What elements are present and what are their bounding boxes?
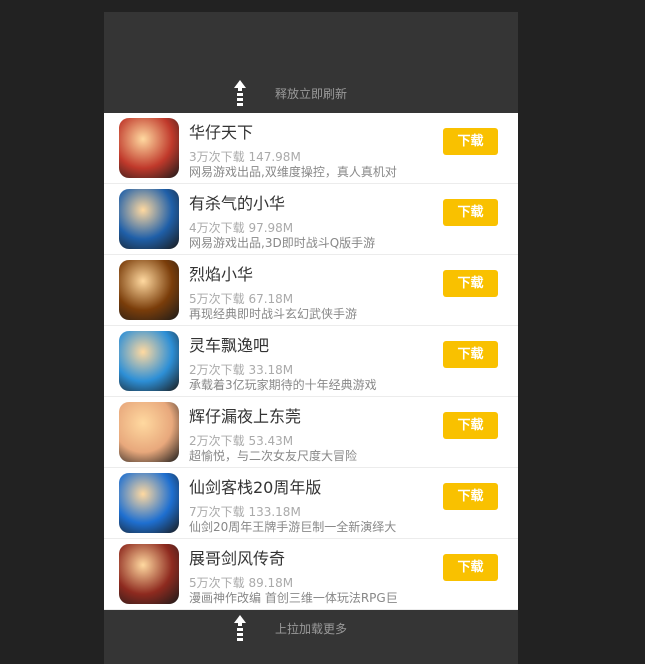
kart-racer-icon[interactable] — [119, 331, 179, 391]
list-item[interactable]: 有杀气的小华 4万次下载 97.98M 网易游戏出品,3D即时战斗Q版手游 下载 — [104, 184, 518, 255]
app-list[interactable]: 华仔天下 3万次下载 147.98M 网易游戏出品,双维度操控，真人真机对 下载 有杀气… — [104, 113, 518, 610]
download-button[interactable]: 下载 — [443, 128, 498, 155]
refresh-hint: 释放立即刷新 — [275, 87, 348, 101]
anime-girl-icon[interactable] — [119, 402, 179, 462]
arrow-up-icon — [234, 80, 246, 106]
download-button[interactable]: 下载 — [443, 412, 498, 439]
app-name[interactable]: 华仔天下 — [189, 119, 253, 143]
load-more-hint: 上拉加载更多 — [275, 622, 348, 636]
cartoon-hero-icon[interactable] — [119, 189, 179, 249]
app-description: 仙剑20周年王牌手游巨制一全新演绎大 — [189, 520, 397, 534]
download-button[interactable]: 下载 — [443, 341, 498, 368]
list-item[interactable]: 灵车飘逸吧 2万次下载 33.18M 承载着3亿玩家期待的十年经典游戏 下载 — [104, 326, 518, 397]
app-name[interactable]: 辉仔漏夜上东莞 — [189, 403, 301, 427]
app-description: 网易游戏出品,3D即时战斗Q版手游 — [189, 236, 376, 250]
app-description: 超愉悦，与二次女友尺度大冒险 — [189, 449, 358, 463]
warrior-avatar-icon[interactable] — [119, 118, 179, 178]
app-name[interactable]: 灵车飘逸吧 — [189, 332, 269, 356]
list-item[interactable]: 展哥剑风传奇 5万次下载 89.18M 漫画神作改编 首创三维一体玩法RPG巨 下载 — [104, 539, 518, 610]
download-button[interactable]: 下载 — [443, 270, 498, 297]
app-description: 承载着3亿玩家期待的十年经典游戏 — [189, 378, 377, 392]
app-description: 再现经典即时战斗玄幻武侠手游 — [189, 307, 358, 321]
monkey-king-icon[interactable] — [119, 544, 179, 604]
flame-emblem-icon[interactable] — [119, 260, 179, 320]
app-name[interactable]: 有杀气的小华 — [189, 190, 285, 214]
list-item[interactable]: 烈焰小华 5万次下载 67.18M 再现经典即时战斗玄幻武侠手游 下载 — [104, 255, 518, 326]
list-item[interactable]: 仙剑客栈20周年版 7万次下载 133.18M 仙剑20周年王牌手游巨制一全新演绎大… — [104, 468, 518, 539]
phone-screen: 释放立即刷新 华仔天下 3万次下载 147.98M 网易游戏出品,双维度操控，真人真… — [104, 12, 518, 664]
arrow-up-icon — [234, 615, 246, 641]
sword-logo-icon[interactable] — [119, 473, 179, 533]
app-description: 漫画神作改编 首创三维一体玩法RPG巨 — [189, 591, 398, 605]
download-button[interactable]: 下载 — [443, 199, 498, 226]
download-button[interactable]: 下载 — [443, 554, 498, 581]
app-description: 网易游戏出品,双维度操控，真人真机对 — [189, 165, 397, 179]
pull-refresh-header: 释放立即刷新 — [104, 12, 518, 113]
download-button[interactable]: 下载 — [443, 483, 498, 510]
list-item[interactable]: 华仔天下 3万次下载 147.98M 网易游戏出品,双维度操控，真人真机对 下载 — [104, 113, 518, 184]
list-item[interactable]: 辉仔漏夜上东莞 2万次下载 53.43M 超愉悦，与二次女友尺度大冒险 下载 — [104, 397, 518, 468]
app-name[interactable]: 仙剑客栈20周年版 — [189, 474, 321, 498]
app-name[interactable]: 展哥剑风传奇 — [189, 545, 285, 569]
load-more-footer: 上拉加载更多 — [104, 610, 518, 664]
app-name[interactable]: 烈焰小华 — [189, 261, 253, 285]
